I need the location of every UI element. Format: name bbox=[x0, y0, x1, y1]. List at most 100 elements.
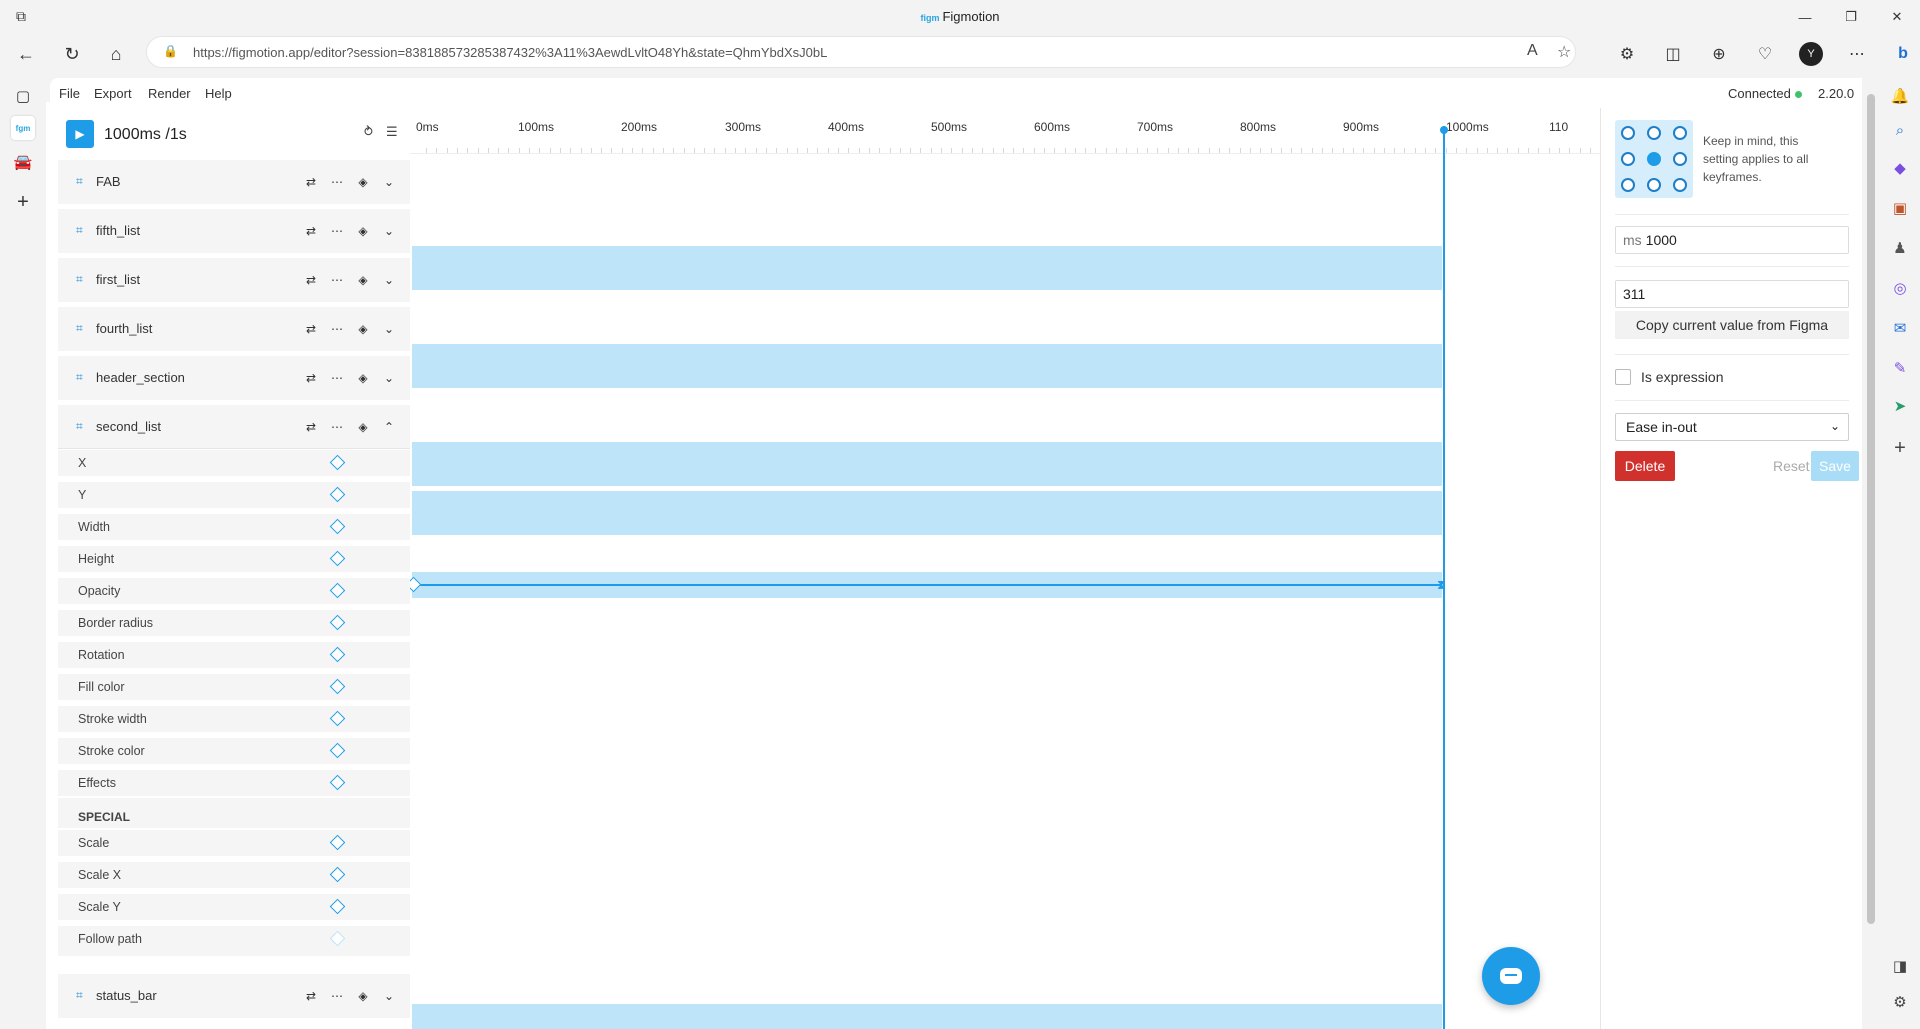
loop-icon[interactable]: ⥁ bbox=[364, 124, 373, 140]
figmotion-tab-icon[interactable]: fgm bbox=[11, 116, 35, 140]
keyframe-transition-line[interactable] bbox=[412, 584, 1442, 586]
layer-row-header-section[interactable]: ⌗ header_section ⇄ ⋯ ◈ ⌄ bbox=[58, 356, 410, 400]
keyframe-diamond-icon[interactable] bbox=[329, 646, 346, 663]
read-aloud-icon[interactable]: A bbox=[1527, 42, 1538, 60]
more-icon[interactable]: ⋯ bbox=[324, 172, 350, 192]
time-ruler[interactable]: 0ms 100ms 200ms 300ms 400ms 500ms 600ms … bbox=[410, 108, 1600, 154]
notifications-bell-icon[interactable]: 🔔 bbox=[1888, 84, 1912, 108]
keyframe-diamond-icon[interactable] bbox=[329, 678, 346, 695]
keyframe-diamond-icon[interactable] bbox=[329, 866, 346, 883]
keyframe-diamond-icon[interactable] bbox=[329, 930, 346, 947]
anchor-top-left[interactable] bbox=[1621, 126, 1635, 140]
bing-copilot-icon[interactable]: b bbox=[1880, 38, 1920, 70]
favorite-star-icon[interactable]: ☆ bbox=[1557, 42, 1571, 62]
layer-row-fourth-list[interactable]: ⌗ fourth_list ⇄ ⋯ ◈ ⌄ bbox=[58, 307, 410, 351]
address-bar[interactable]: 🔒 https://figmotion.app/editor?session=8… bbox=[146, 36, 1576, 68]
keyframe-diamond-icon[interactable] bbox=[329, 742, 346, 759]
layer-row-first-list[interactable]: ⌗ first_list ⇄ ⋯ ◈ ⌄ bbox=[58, 258, 410, 302]
layers-icon[interactable]: ◈ bbox=[350, 368, 376, 388]
collections-icon[interactable]: ⊕ bbox=[1696, 38, 1742, 70]
keyframe-diamond-icon[interactable] bbox=[329, 582, 346, 599]
property-row-opacity[interactable]: Opacity bbox=[58, 578, 410, 604]
chat-button[interactable] bbox=[1482, 947, 1540, 1005]
more-icon[interactable]: ⋯ bbox=[324, 270, 350, 290]
more-menu-icon[interactable]: ⋯ bbox=[1834, 38, 1880, 70]
list-menu-icon[interactable]: ☰ bbox=[386, 124, 398, 140]
anchor-center[interactable] bbox=[1647, 152, 1661, 166]
more-icon[interactable]: ⋯ bbox=[324, 986, 350, 1006]
anchor-middle-left[interactable] bbox=[1621, 152, 1635, 166]
timeline-bar-second-list[interactable] bbox=[412, 491, 1442, 535]
chevron-down-icon[interactable]: ⌄ bbox=[376, 270, 402, 290]
menu-help[interactable]: Help bbox=[205, 86, 232, 101]
keyframe-diamond-icon[interactable] bbox=[329, 486, 346, 503]
new-tab-plus-icon[interactable]: + bbox=[11, 190, 35, 214]
property-row-y[interactable]: Y bbox=[58, 482, 410, 508]
more-icon[interactable]: ⋯ bbox=[324, 319, 350, 339]
keyframe-diamond-icon[interactable] bbox=[329, 774, 346, 791]
property-row-x[interactable]: X bbox=[58, 450, 410, 476]
minimize-icon[interactable]: — bbox=[1782, 0, 1828, 34]
adjust-icon[interactable]: ⇄ bbox=[298, 172, 324, 192]
menu-render[interactable]: Render bbox=[148, 86, 191, 101]
menu-export[interactable]: Export bbox=[94, 86, 132, 101]
hide-sidebar-icon[interactable]: ◨ bbox=[1888, 954, 1912, 978]
adjust-icon[interactable]: ⇄ bbox=[298, 221, 324, 241]
property-row-follow-path[interactable]: Follow path bbox=[58, 926, 410, 956]
adjust-icon[interactable]: ⇄ bbox=[298, 417, 324, 437]
keyframe-value-field[interactable]: 311 bbox=[1615, 280, 1849, 308]
keyframe-diamond-icon[interactable] bbox=[329, 710, 346, 727]
save-button[interactable]: Save bbox=[1811, 451, 1859, 481]
scrollbar-thumb[interactable] bbox=[1867, 94, 1875, 924]
more-icon[interactable]: ⋯ bbox=[324, 417, 350, 437]
lock-icon[interactable]: 🔒 bbox=[163, 44, 178, 58]
more-icon[interactable]: ⋯ bbox=[324, 368, 350, 388]
extensions-icon[interactable]: ⚙ bbox=[1604, 38, 1650, 70]
menu-file[interactable]: File bbox=[59, 86, 80, 101]
anchor-middle-right[interactable] bbox=[1673, 152, 1687, 166]
add-sidebar-app-icon[interactable]: + bbox=[1888, 436, 1912, 460]
chevron-down-icon[interactable]: ⌄ bbox=[376, 172, 402, 192]
copy-from-figma-button[interactable]: Copy current value from Figma bbox=[1615, 311, 1849, 339]
designer-icon[interactable]: ✎ bbox=[1888, 356, 1912, 380]
anchor-bottom-right[interactable] bbox=[1673, 178, 1687, 192]
timeline[interactable]: 0ms 100ms 200ms 300ms 400ms 500ms 600ms … bbox=[410, 108, 1600, 1029]
adjust-icon[interactable]: ⇄ bbox=[298, 986, 324, 1006]
property-row-border-radius[interactable]: Border radius bbox=[58, 610, 410, 636]
sidebar-settings-icon[interactable]: ⚙ bbox=[1888, 990, 1912, 1014]
chevron-down-icon[interactable]: ⌄ bbox=[376, 986, 402, 1006]
search-icon[interactable]: ⌕ bbox=[1888, 118, 1912, 142]
chevron-down-icon[interactable]: ⌄ bbox=[376, 319, 402, 339]
home-icon[interactable]: ⌂ bbox=[100, 38, 132, 70]
layer-row-fifth-list[interactable]: ⌗ fifth_list ⇄ ⋯ ◈ ⌄ bbox=[58, 209, 410, 253]
layer-row-status-bar[interactable]: ⌗ status_bar ⇄ ⋯ ◈ ⌄ bbox=[58, 974, 410, 1018]
games-icon[interactable]: ♟ bbox=[1888, 236, 1912, 260]
keyframe-diamond-icon[interactable] bbox=[329, 834, 346, 851]
property-row-rotation[interactable]: Rotation bbox=[58, 642, 410, 668]
refresh-icon[interactable]: ↻ bbox=[56, 38, 88, 70]
reset-button[interactable]: Reset bbox=[1773, 458, 1810, 474]
layers-icon[interactable]: ◈ bbox=[350, 417, 376, 437]
chevron-down-icon[interactable]: ⌄ bbox=[376, 221, 402, 241]
play-button[interactable]: ▶ bbox=[66, 120, 94, 148]
layer-row-second-list[interactable]: ⌗ second_list ⇄ ⋯ ◈ ⌃ bbox=[58, 405, 410, 449]
layers-icon[interactable]: ◈ bbox=[350, 986, 376, 1006]
timeline-bar-status-bar[interactable] bbox=[412, 1004, 1442, 1029]
property-row-scale-y[interactable]: Scale Y bbox=[58, 894, 410, 920]
timeline-bar-first-list[interactable] bbox=[412, 344, 1442, 388]
office-icon[interactable]: ◎ bbox=[1888, 276, 1912, 300]
playhead[interactable] bbox=[1440, 126, 1448, 1029]
anchor-bottom-center[interactable] bbox=[1647, 178, 1661, 192]
keyframe-diamond-icon[interactable] bbox=[329, 550, 346, 567]
close-icon[interactable]: ✕ bbox=[1874, 0, 1920, 34]
property-row-fill-color[interactable]: Fill color bbox=[58, 674, 410, 700]
is-expression-checkbox[interactable] bbox=[1615, 369, 1631, 385]
adjust-icon[interactable]: ⇄ bbox=[298, 319, 324, 339]
property-row-height[interactable]: Height bbox=[58, 546, 410, 572]
keyframe-time-field[interactable]: ms 1000 bbox=[1615, 226, 1849, 254]
url-text[interactable]: https://figmotion.app/editor?session=838… bbox=[193, 45, 827, 60]
property-row-scale[interactable]: Scale bbox=[58, 830, 410, 856]
outlook-icon[interactable]: ✉ bbox=[1888, 316, 1912, 340]
more-icon[interactable]: ⋯ bbox=[324, 221, 350, 241]
keyframe-diamond-icon[interactable] bbox=[329, 454, 346, 471]
